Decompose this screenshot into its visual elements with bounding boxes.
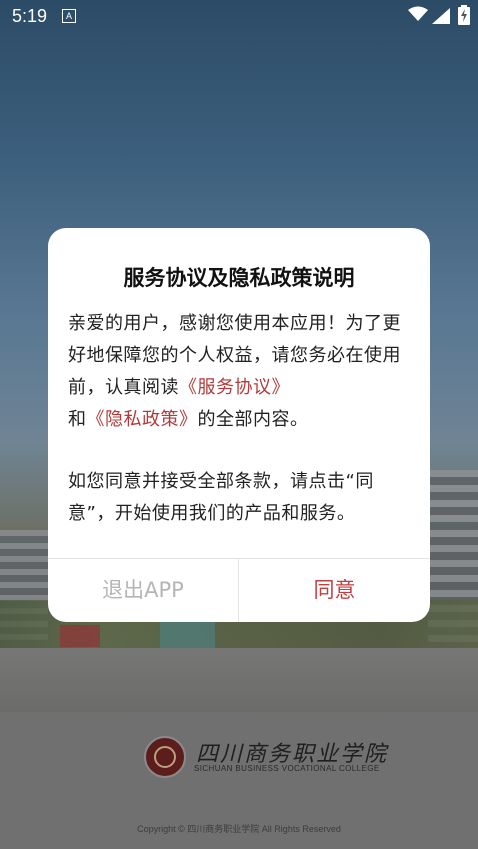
privacy-policy-link[interactable]: 《隐私政策》: [87, 409, 198, 430]
copyright-text: Copyright © 四川商务职业学院 All Rights Reserved: [137, 824, 341, 834]
agree-button[interactable]: 同意: [239, 559, 430, 622]
para1-text-c: 的全部内容。: [197, 409, 309, 430]
red-sign: [60, 625, 100, 647]
cell-signal-icon: [432, 8, 450, 24]
exit-app-button[interactable]: 退出APP: [48, 559, 238, 622]
dialog-body: 亲爱的用户，感谢您使用本应用！为了更好地保障您的个人权益，请您务必在使用前，认真…: [68, 308, 410, 530]
para1-text-b: 和: [68, 409, 87, 430]
status-bar: 5:19 A: [0, 0, 478, 32]
teal-sign: [160, 620, 215, 650]
status-time: 5:19: [12, 6, 48, 26]
wifi-icon: [408, 6, 428, 21]
college-seal-logo: [144, 736, 186, 778]
service-agreement-link[interactable]: 《服务协议》: [179, 377, 290, 398]
notification-a-icon: A: [62, 9, 76, 23]
dialog-paragraph-1: 亲爱的用户，感谢您使用本应用！为了更好地保障您的个人权益，请您务必在使用前，认真…: [68, 308, 410, 436]
college-name-en: SICHUAN BUSINESS VOCATIONAL COLLEGE: [194, 764, 380, 773]
dialog-title: 服务协议及隐私政策说明: [123, 266, 355, 290]
plaza: [0, 648, 478, 712]
battery-charging-icon: [458, 5, 470, 25]
dialog-paragraph-2: 如您同意并接受全部条款，请点击“同意”，开始使用我们的产品和服务。: [68, 471, 374, 524]
privacy-agreement-dialog: 服务协议及隐私政策说明 亲爱的用户，感谢您使用本应用！为了更好地保障您的个人权益…: [48, 228, 430, 622]
